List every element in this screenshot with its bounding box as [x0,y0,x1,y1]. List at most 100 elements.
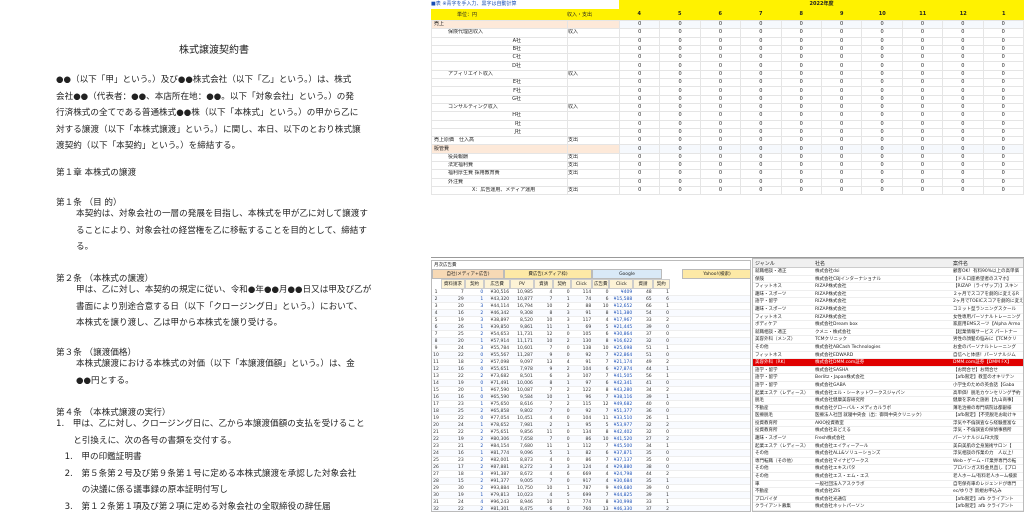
budget-cell: 0 [740,94,782,104]
ad-cell: 0 [480,416,484,421]
ad-cell: ¥49,680 [613,486,633,491]
budget-cell: 0 [618,44,661,55]
ad-cell: 8 [605,430,609,435]
budget-row: D社 0 0 0 0 0 0 0 0 0 0 [431,61,1024,71]
ad-cell: 8,475 [519,507,533,512]
ad-cell: 37 [645,507,652,512]
ad-cell: ¥44,114 [490,304,510,309]
budget-cell: 0 [861,94,903,104]
ad-cell: 9 [605,486,609,491]
budget-cell: 0 [942,69,984,80]
budget-cell: 0 [780,161,822,171]
budget-cell: 0 [901,102,944,113]
budget-cell: 0 [982,94,1024,104]
ad-cell: ¥75,650 [490,402,510,407]
ad-cell: 3 [480,304,484,309]
budget-cell: 0 [618,36,661,46]
budget-cell: 0 [659,177,701,187]
list-cell: 株式会社エイティーアール [815,443,869,449]
budget-cell: 0 [618,94,661,104]
ad-cell: 8,946 [519,500,533,505]
ad-cell: 11,171 [517,339,533,344]
list-cell: Web・ゲーム・IT業界専門の転 [953,458,1017,464]
ad-cell: 16,794 [517,304,533,309]
ad-cell: 17 [458,465,464,470]
ad-cell: 28 [433,479,439,484]
list-cell: 株式会社ZIS [815,489,841,495]
budget-cell: 0 [861,185,903,196]
budget-cell: 0 [780,152,822,163]
ad-cell: 20 [433,423,439,428]
budget-cell: 0 [820,152,863,163]
ad-cell: ¥33,510 [613,416,633,421]
budget-cell: 0 [820,127,863,138]
ad-cell: 4 [605,465,609,470]
budget-cell: 0 [820,169,863,179]
ad-row: 29 30 2 ¥93,884 10,750 10 1 787 9 ¥49,680 39 0 [432,485,750,492]
ad-cell: 22 [433,437,439,442]
ad-column-label: 契約 [553,279,571,289]
budget-cell: 0 [618,177,661,187]
ad-cell: 774 [582,500,592,505]
ad-cell: 19 [458,318,464,323]
budget-cell: 0 [659,152,701,163]
ad-cell: 6 [434,325,438,330]
ad-cell: 2 [666,437,669,442]
budget-cell: 0 [861,61,903,71]
ad-column-label: 広告費 [484,279,511,289]
budget-cell: 0 [740,152,782,163]
month-label: 9 [840,11,844,17]
ad-column-label: 資請 [633,279,653,289]
list-item: その他 株式会社ALL&ソリューションズ 浮気相談の作業の力 人以上！ [753,450,1023,458]
ad-cell: 11 [546,430,553,435]
budget-cell: 0 [740,144,782,154]
ad-cell: ¥22,864 [613,353,633,358]
ad-cell: 12 [433,367,439,372]
ad-cell: ¥16,622 [613,339,633,344]
ad-cell: ¥37,137 [613,458,633,463]
ad-cell: 105 [582,332,592,337]
budget-row: 売上原価 仕入高 支出 0 0 0 0 0 0 0 0 0 0 [431,136,1024,146]
budget-cell: 0 [861,119,903,129]
ad-cell: 32 [645,423,652,428]
ad-cell: 699 [582,493,592,498]
list-cell: 浮気や不倫調査なら経験豊富な [953,420,1016,426]
list-item: 車 一般社団法人アスクラボ 自宅保有車のレジェンドが専門 [753,481,1023,489]
affiliate-list: ジャンル 社名 案件名 就職相談・適正 株式会社dsi 顧客OK！有料90%以上の高… [752,258,1024,512]
budget-cell: 0 [699,19,742,30]
ad-cell: 9,584 [519,395,533,400]
ad-cell: 8 [605,339,609,344]
ad-cell: 10 [546,318,553,323]
ad-cell: 0 [480,381,484,386]
ad-cell: ¥44,825 [613,493,633,498]
ad-row: 15 20 1 ¥67,590 10,087 7 2 122 8 ¥43,280 34 2 [432,387,750,394]
budget-row: E社 0 0 0 0 0 0 0 0 0 0 [431,78,1024,88]
ad-cell: 6 [549,507,553,512]
budget-cell: 0 [740,28,782,38]
ad-cell: ¥57,914 [490,339,510,344]
budget-cell: 0 [659,185,701,196]
ad-cell: 7,680 [519,444,533,449]
list-cell: 語学・留学 [755,299,778,305]
ad-cell: 1 [566,297,570,302]
ad-cell: ¥65,590 [490,395,510,400]
ad-cell: 9,097 [519,360,533,365]
ad-cell: 7 [549,437,553,442]
list-cell: 薄毛治療の専門病院は都銀様 [953,405,1012,411]
ad-cell: 10 [602,304,609,309]
ad-cell: 8,873 [519,458,533,463]
ad-cell: 22 [458,507,464,512]
budget-row-kind [567,111,620,121]
budget-cell: 0 [699,185,742,196]
budget-row-label: B社 [431,44,568,55]
ad-cell: 1 [480,388,484,393]
budget-cell: 0 [942,169,984,179]
ad-cell: 39 [645,493,652,498]
budget-cell: 0 [740,86,782,96]
budget-cell: 0 [699,69,742,80]
budget-row: I社 0 0 0 0 0 0 0 0 0 0 [431,119,1024,129]
budget-cell: 0 [982,111,1024,121]
ad-cell: 2 [480,430,484,435]
intro-line: 対する譲渡（以下「本株式譲渡」という。）に関し、本日、以下のとおり株式譲 [56,124,361,135]
budget-cell: 0 [780,44,822,55]
